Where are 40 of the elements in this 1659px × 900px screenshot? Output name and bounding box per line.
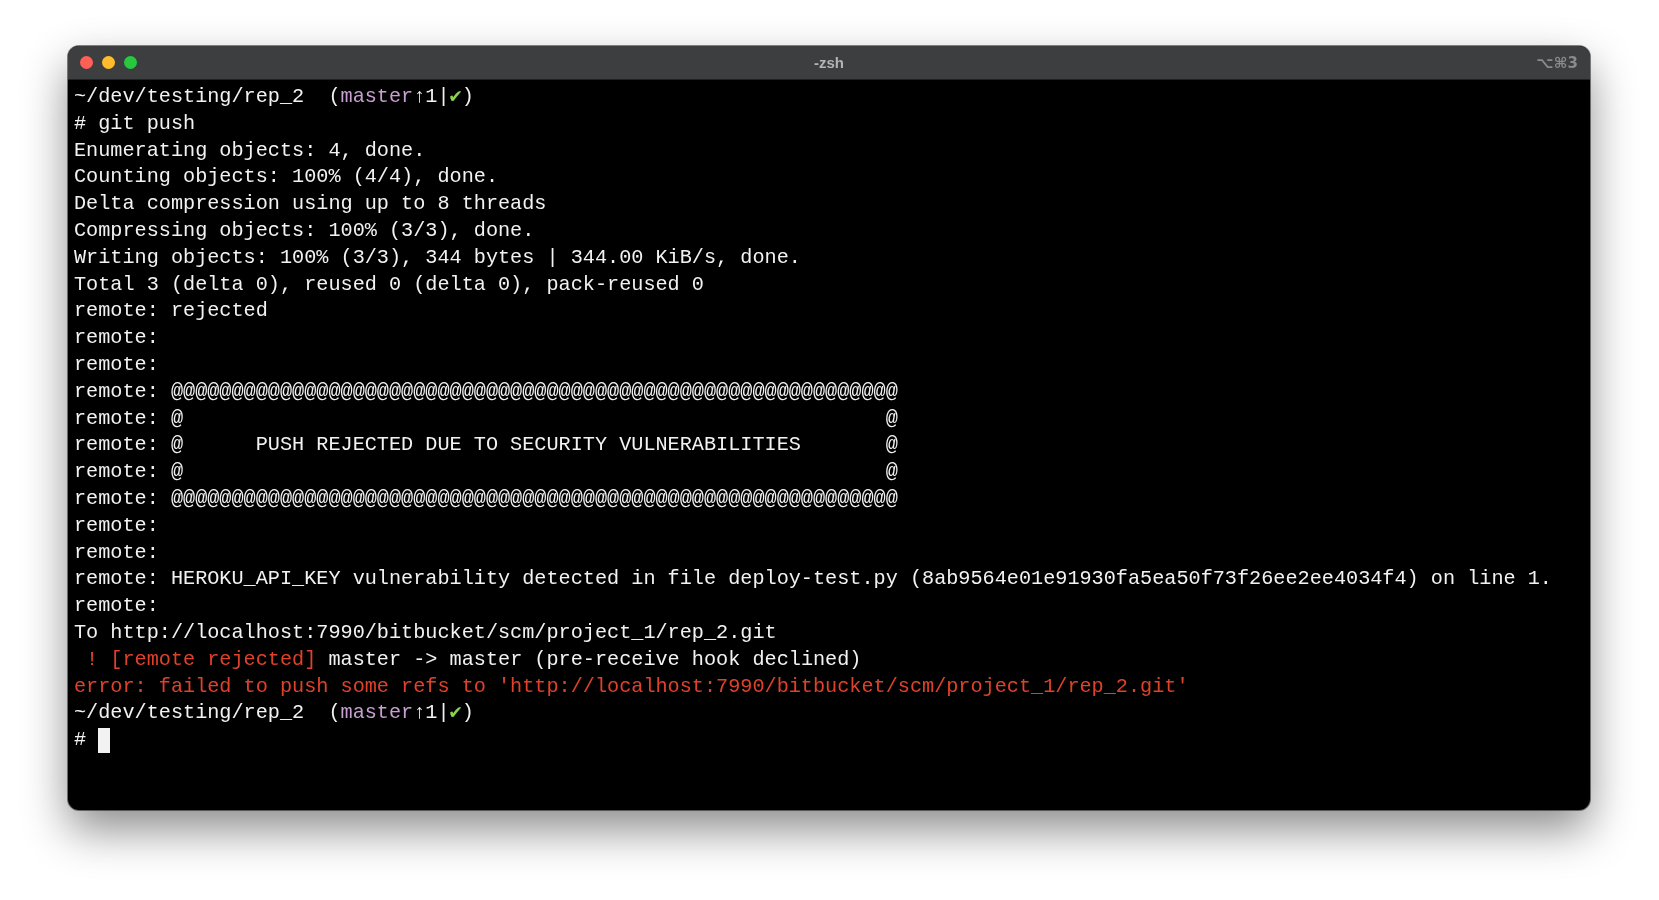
terminal-text: remote: HEROKU_API_KEY vulnerability detected in file deploy-test.py (8ab9564e01e91930fa5ea50f73f26ee2ee4034f4) on line 1. — [74, 566, 1552, 593]
terminal-text: remote: — [74, 512, 159, 539]
terminal-text: ↑1| — [413, 700, 450, 727]
terminal-text: master -> master (pre-receive hook declined) — [327, 646, 862, 673]
terminal-text: To http://localhost:7990/bitbucket/scm/project_1/rep_2.git — [74, 619, 777, 646]
terminal-text: remote: — [74, 593, 159, 620]
terminal-text: ~/dev/testing/rep_2 ( — [74, 700, 341, 727]
terminal-text: remote: @ @ — [74, 405, 898, 432]
branch-name: master — [340, 700, 414, 727]
terminal-text: ) — [461, 700, 474, 727]
terminal-text: remote: @ PUSH REJECTED DUE TO SECURITY VULNERABILITIES @ — [74, 432, 898, 459]
terminal-text: ↑1| — [413, 84, 450, 110]
terminal-text: Counting objects: 100% (4/4), done. — [74, 164, 498, 191]
error-text: ! [remote rejected] — [85, 646, 317, 673]
terminal-text: Compressing objects: 100% (3/3), done. — [74, 218, 535, 244]
terminal-text: # git push — [74, 110, 196, 137]
terminal-text: remote: — [74, 325, 159, 352]
minimize-button[interactable] — [102, 56, 115, 69]
terminal-text: Total 3 (delta 0), reused 0 (delta 0), pack-reused 0 — [74, 271, 704, 298]
terminal-text: remote: rejected — [74, 298, 268, 325]
keyboard-shortcut: ⌥⌘3 — [1536, 53, 1578, 72]
terminal-text: remote: — [74, 539, 159, 566]
terminal-text: Delta compression using up to 8 threads — [74, 191, 547, 218]
terminal-text: remote: — [74, 351, 159, 378]
terminal-text: ) — [461, 84, 474, 110]
terminal-text: Enumerating objects: 4, done. — [74, 137, 426, 164]
terminal-text: Writing objects: 100% (3/3), 344 bytes | 344.00 KiB/s, done. — [74, 244, 801, 271]
branch-name: master — [340, 84, 414, 110]
terminal-text: remote: @@@@@@@@@@@@@@@@@@@@@@@@@@@@@@@@@@@@@@@@@@@@@@@@@@@@@@@@@@@@ — [74, 378, 898, 405]
error-text: error: failed to push some refs to 'http://localhost:7990/bitbucket/scm/project_1/rep_2.git' — [74, 673, 1189, 700]
terminal-text: remote: @@@@@@@@@@@@@@@@@@@@@@@@@@@@@@@@@@@@@@@@@@@@@@@@@@@@@@@@@@@@ — [74, 485, 898, 512]
check-mark: ✔ — [449, 84, 462, 110]
terminal-text: ~/dev/testing/rep_2 ( — [74, 84, 341, 110]
close-button[interactable] — [80, 56, 93, 69]
window-title: -zsh — [814, 54, 844, 71]
check-mark: ✔ — [449, 700, 462, 727]
zoom-button[interactable] — [124, 56, 137, 69]
terminal-text: remote: @ @ — [74, 459, 898, 486]
terminal-text: # — [74, 727, 88, 754]
text-cursor — [98, 728, 111, 753]
